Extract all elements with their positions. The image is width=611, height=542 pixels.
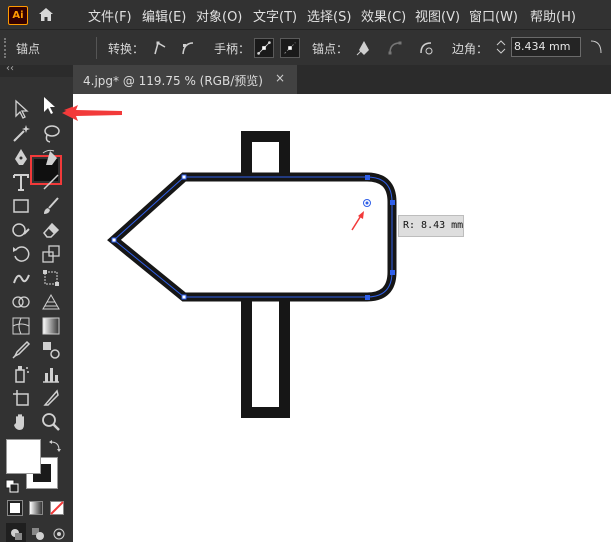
app-logo: Ai [8,6,28,25]
convert-label: 转换： [108,42,145,56]
control-bar: 锚点 转换： 手柄： 锚点： 边角： 8.434 mm [0,29,611,66]
perspective-grid-icon[interactable] [40,291,62,313]
eyedropper-icon[interactable] [10,339,32,361]
free-transform-icon[interactable] [40,267,62,289]
connect-anchors-icon[interactable] [385,38,405,58]
remove-anchor-icon[interactable] [354,38,374,58]
menu-select[interactable]: 选择(S) [307,6,351,25]
curvature-tool-icon[interactable] [40,147,62,169]
shape-builder-icon[interactable] [10,291,32,313]
corner-menu-icon[interactable] [590,40,602,54]
document-tab-bar: 4.jpg* @ 119.75 % (RGB/预览) × [73,65,611,94]
swap-colors-icon[interactable] [48,439,62,453]
rectangle-tool-icon[interactable] [10,195,32,217]
menu-help[interactable]: 帮助(H) [530,6,576,25]
corner-radius-input[interactable]: 8.434 mm [511,37,581,57]
menu-effect[interactable]: 效果(C) [361,6,406,25]
corner-radius-tooltip: R: 8.43 mm [398,215,464,237]
tools-panel: ‹‹ [0,63,73,542]
artboard-tool-icon[interactable] [10,387,32,409]
menu-view[interactable]: 视图(V) [415,6,460,25]
gradient-mode-button[interactable] [29,501,43,515]
rotate-tool-icon[interactable] [10,243,32,265]
pen-tool-icon[interactable] [10,147,32,169]
corner-stepper-icon[interactable] [494,37,508,57]
warp-tool-icon[interactable] [10,267,32,289]
close-tab-icon[interactable]: × [275,71,285,85]
default-colors-icon[interactable] [5,479,19,493]
direct-selection-tool-icon[interactable] [38,94,60,116]
handles-label: 手柄： [214,42,251,56]
signpost-artwork [107,131,397,418]
corner-label: 边角： [452,42,489,56]
menu-object[interactable]: 对象(O) [196,6,242,25]
menu-window[interactable]: 窗口(W) [469,6,518,25]
eraser-icon[interactable] [40,219,62,241]
show-handles-icon[interactable] [254,38,274,58]
document-tab[interactable]: 4.jpg* @ 119.75 % (RGB/预览) × [73,65,297,94]
lasso-icon[interactable] [40,123,62,145]
zoom-tool-icon[interactable] [40,411,62,433]
line-segment-icon[interactable] [40,171,62,193]
menu-type[interactable]: 文字(T) [253,6,297,25]
convert-to-corner-icon[interactable] [150,38,170,58]
home-icon[interactable] [38,7,54,22]
document-tab-title: 4.jpg* @ 119.75 % (RGB/预览) [83,74,263,88]
column-graph-icon[interactable] [40,363,62,385]
slice-tool-icon[interactable] [40,387,62,409]
selection-tool-icon[interactable] [10,98,32,120]
paintbrush-icon[interactable] [40,195,62,217]
draw-inside-icon[interactable] [52,527,66,541]
blend-tool-icon[interactable] [40,339,62,361]
color-mode-button[interactable] [7,500,23,516]
cut-path-icon[interactable] [416,38,436,58]
divider [96,37,97,59]
magic-wand-icon[interactable] [10,123,32,145]
sign-board[interactable] [107,172,397,302]
shaper-tool-icon[interactable] [10,219,32,241]
draw-normal-icon [11,529,22,540]
mesh-tool-icon[interactable] [10,315,32,337]
anchors-label: 锚点： [312,42,349,56]
none-mode-icon[interactable] [50,501,64,515]
symbol-sprayer-icon[interactable] [10,363,32,385]
draw-behind-icon[interactable] [31,527,45,541]
menu-bar: Ai 文件(F) 编辑(E) 对象(O) 文字(T) 选择(S) 效果(C) 视… [0,0,611,29]
gradient-tool-icon[interactable] [40,315,62,337]
fill-color-swatch[interactable] [6,439,41,474]
tool-pointer-arrow [62,105,122,121]
type-tool-icon[interactable] [10,171,32,193]
convert-to-smooth-icon[interactable] [178,38,198,58]
context-label: 锚点 [16,42,41,56]
hand-tool-icon[interactable] [10,411,32,433]
hide-handles-icon[interactable] [280,38,300,58]
panel-grip[interactable] [4,38,8,58]
menu-edit[interactable]: 编辑(E) [142,6,186,25]
scale-tool-icon[interactable] [40,243,62,265]
artboard-canvas[interactable] [73,94,611,542]
menu-file[interactable]: 文件(F) [88,6,132,25]
